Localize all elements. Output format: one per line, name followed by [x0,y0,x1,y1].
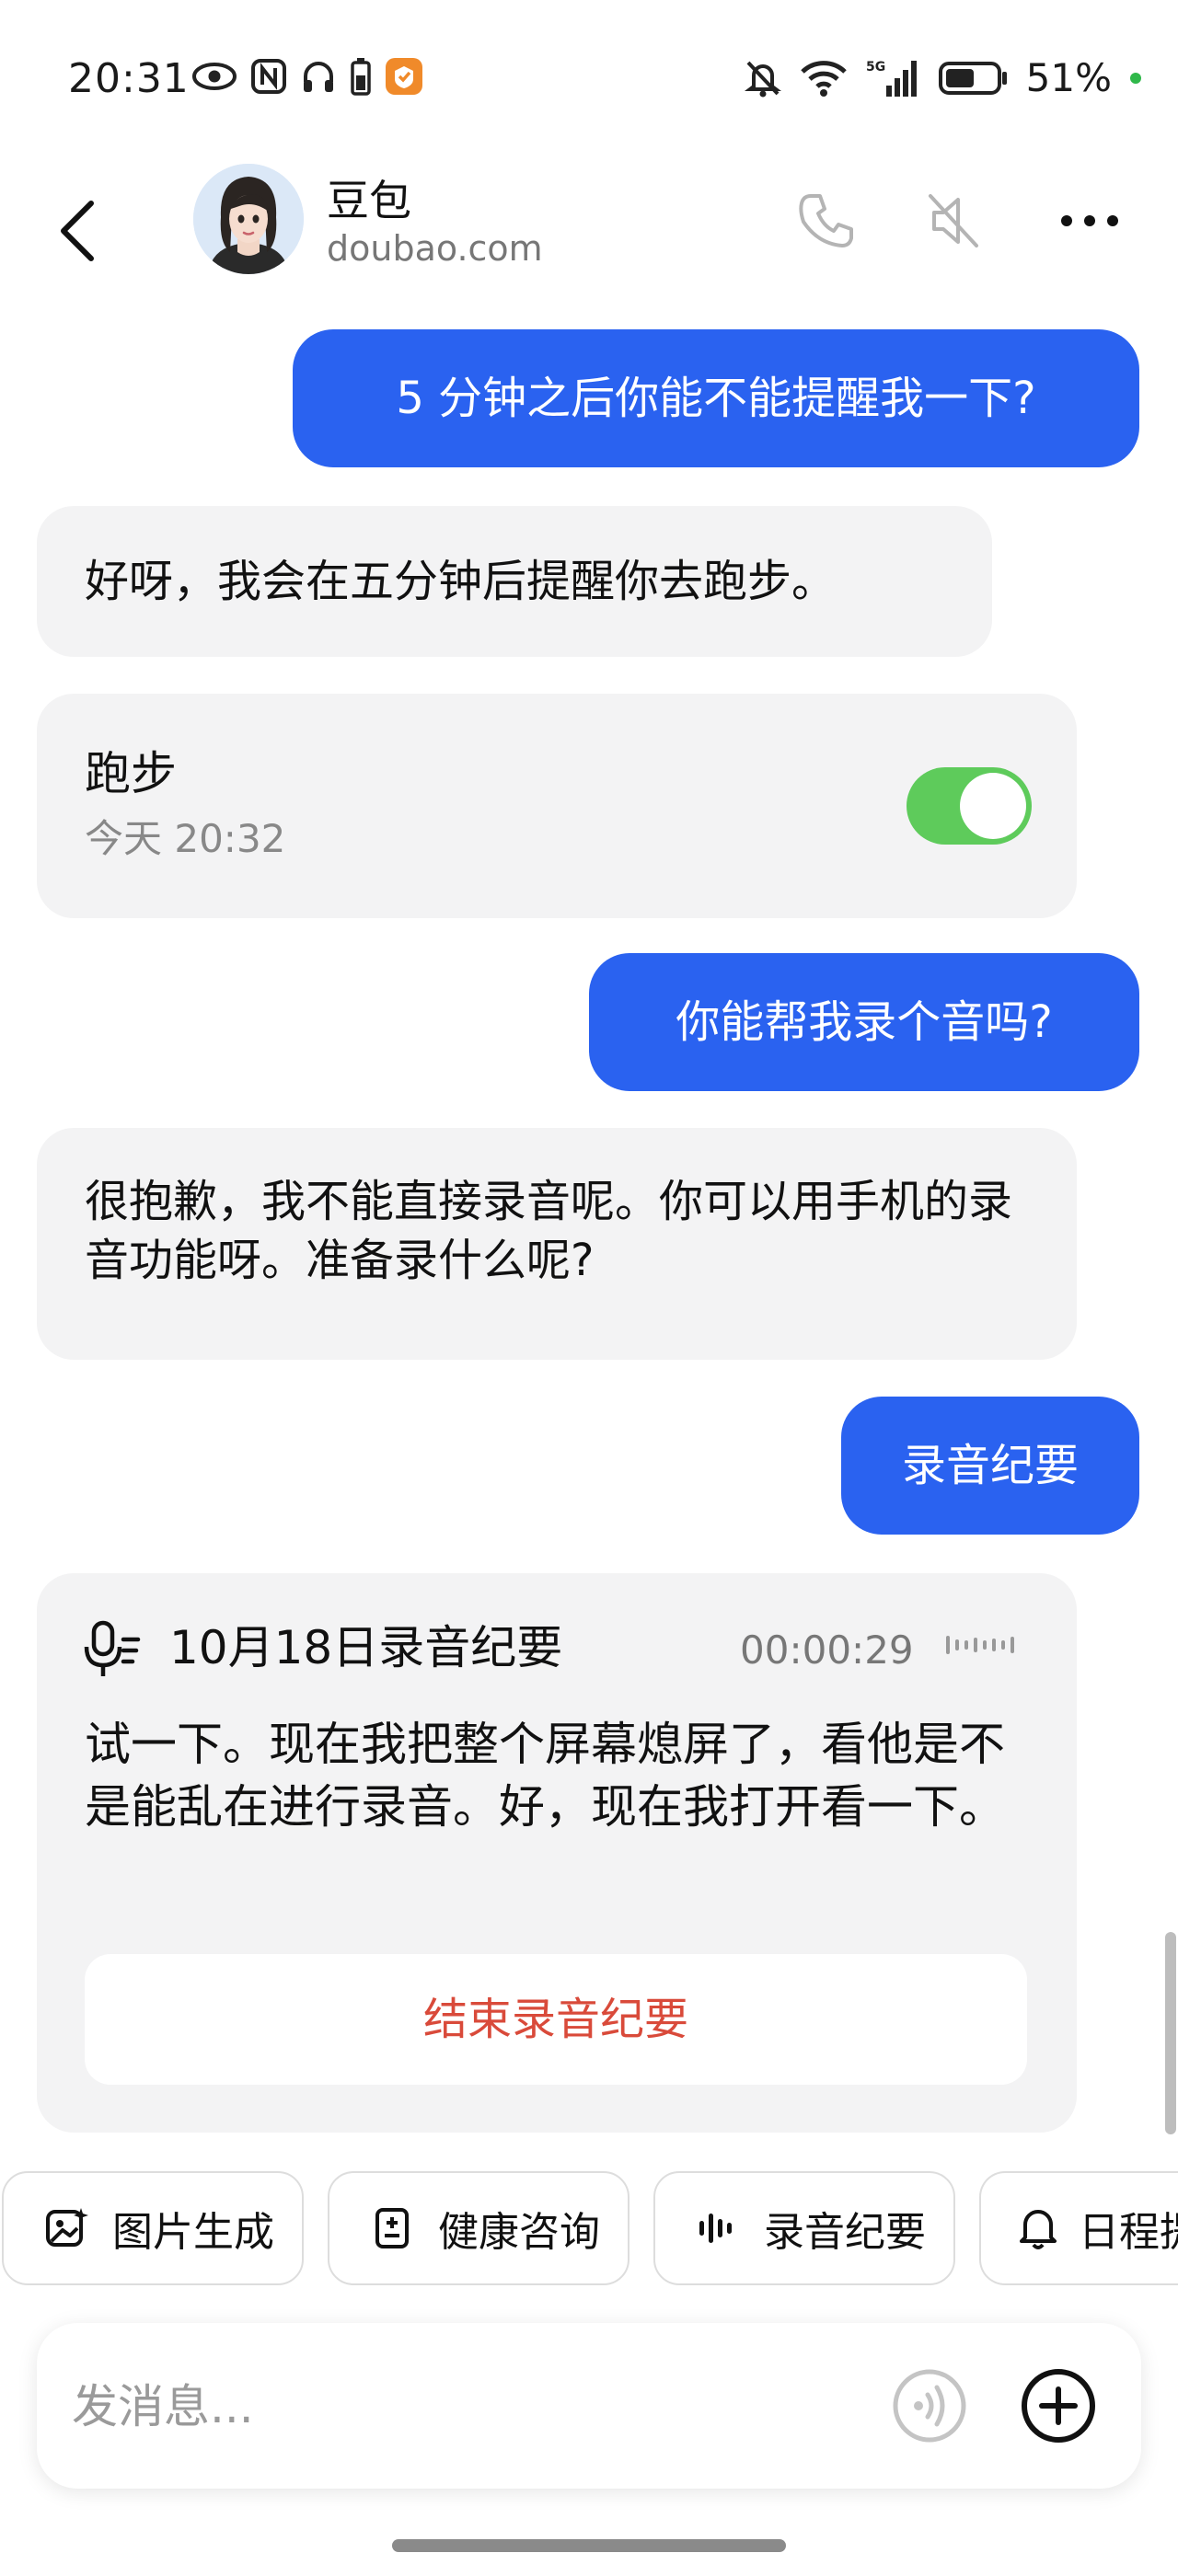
reminder-toggle[interactable] [907,767,1032,845]
reminder-card[interactable]: 跑步 今天 20:32 [37,694,1077,918]
health-icon [366,2202,418,2254]
message-text: 录音纪要 [901,1440,1079,1491]
user-message-record-request[interactable]: 你能帮我录个音吗? [589,953,1139,1091]
user-message-recording-summary[interactable]: 录音纪要 [841,1397,1139,1535]
toggle-knob [960,773,1026,839]
message-text: 5 分钟之后你能不能提醒我一下? [396,373,1036,424]
bot-message-record-reply[interactable]: 很抱歉，我不能直接录音呢。你可以用手机的录音功能呀。准备录什么呢? [37,1128,1077,1360]
image-gen-icon [40,2202,92,2254]
recording-title: 10月18日录音纪要 [169,1621,563,1674]
chip-label: 健康咨询 [438,2209,600,2256]
signal-icon: 5G [866,60,917,97]
status-left-icons [191,57,423,96]
waveform-icon [692,2202,744,2254]
more-icon [1061,215,1118,226]
recording-summary-card: 10月18日录音纪要 00:00:29 试一下。现在我把整个屏幕熄屏了，看他是不… [37,1573,1077,2133]
voice-input-button[interactable] [887,2363,972,2448]
chip-image-generation[interactable]: 图片生成 [2,2171,304,2285]
back-icon [61,201,94,261]
message-input-bar [37,2323,1141,2489]
contact-avatar[interactable] [193,164,304,274]
scrollbar[interactable] [1165,1932,1176,2134]
battery-icon [938,61,1007,95]
chip-recording-summary[interactable]: 录音纪要 [653,2171,955,2285]
bell-icon [1018,2202,1058,2254]
plus-circle-icon [1022,2369,1095,2443]
microphone-icon [84,1620,141,1676]
wifi-icon [800,60,847,97]
headphones-icon [304,62,333,92]
reminder-title: 跑步 [85,747,177,800]
more-options-button[interactable] [1053,184,1126,258]
status-time: 20:31 [68,55,190,102]
privacy-indicator-dot [1130,72,1141,84]
chip-schedule-reminder[interactable]: 日程提 [979,2171,1178,2285]
battery-percent: 51% [1025,55,1112,100]
message-text: 很抱歉，我不能直接录音呢。你可以用手机的录音功能呀。准备录什么呢? [85,1176,1013,1287]
home-indicator[interactable] [392,2539,786,2552]
add-attachment-button[interactable] [1016,2363,1101,2448]
status-bar: 20:31 5G 51% [0,0,1178,156]
message-text: 好呀，我会在五分钟后提醒你去跑步。 [85,556,837,607]
contact-domain: doubao.com [327,228,543,269]
speaker-mute-icon [929,194,978,247]
network-type: 5G [866,60,885,75]
waveform-icon [946,1636,1014,1654]
status-right-icons: 5G 51% [744,55,1141,100]
recording-transcript: 试一下。现在我把整个屏幕熄屏了，看他是不是能乱在进行录音。好，现在我打开看一下。 [85,1718,1005,1834]
voice-wave-icon [893,2369,966,2443]
message-text: 你能帮我录个音吗? [676,996,1053,1048]
bot-message-reminder-confirm[interactable]: 好呀，我会在五分钟后提醒你去跑步。 [37,506,992,657]
reminder-time: 今天 20:32 [85,816,286,861]
battery-small-icon [351,58,371,96]
nfc-icon [251,59,286,94]
back-button[interactable] [44,190,109,272]
eye-icon [192,63,237,90]
phone-icon [799,194,853,247]
chat-header: 豆包 doubao.com [0,156,1178,313]
chip-label: 录音纪要 [764,2209,926,2256]
chip-label: 图片生成 [112,2209,274,2256]
end-recording-button[interactable]: 结束录音纪要 [85,1954,1027,2085]
chip-health-consult[interactable]: 健康咨询 [328,2171,629,2285]
recording-duration: 00:00:29 [740,1627,914,1673]
chip-label: 日程提 [1079,2209,1178,2256]
voice-call-button[interactable] [790,184,863,258]
mute-speaker-button[interactable] [917,184,990,258]
contact-name: 豆包 [327,176,411,225]
app-badge-icon [386,58,422,95]
message-input[interactable] [72,2365,863,2448]
mute-bell-icon [744,61,781,97]
user-message-reminder-request[interactable]: 5 分钟之后你能不能提醒我一下? [293,329,1139,467]
